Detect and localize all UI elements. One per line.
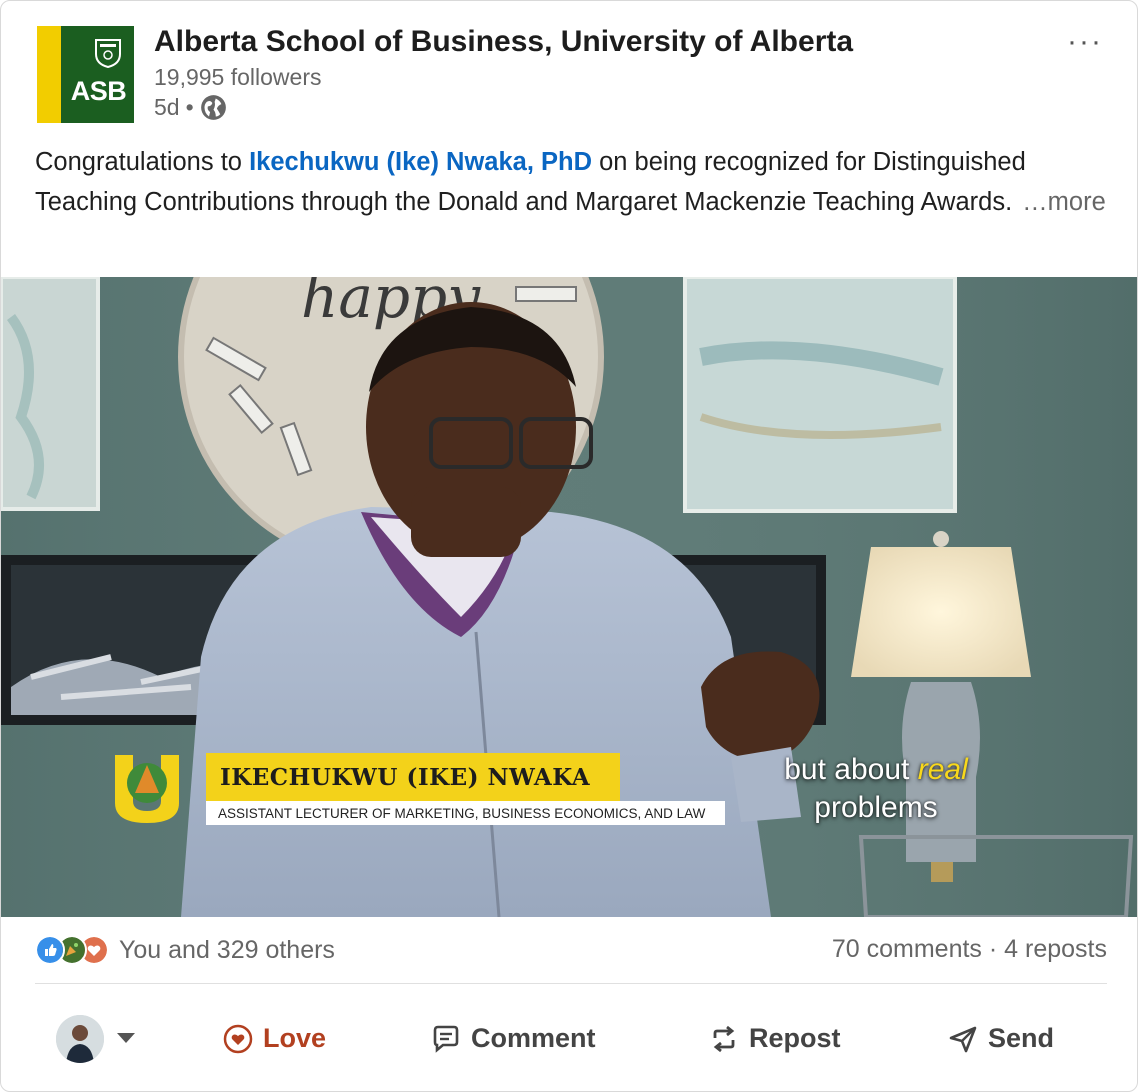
avatar[interactable]	[56, 1015, 104, 1063]
repost-icon	[713, 1025, 735, 1052]
post-text-intro: Congratulations to	[35, 148, 250, 176]
crest-icon	[95, 39, 121, 68]
reposts-count[interactable]: 4 reposts	[1004, 935, 1107, 963]
video-name-banner: IKECHUKWU (IKE) NWAKA	[206, 753, 621, 801]
comment-icon	[433, 1025, 459, 1053]
org-logo[interactable]: ASB	[37, 26, 134, 123]
reactions-count[interactable]: You and 329 others	[119, 936, 335, 965]
video-title-banner: ASSISTANT LECTURER OF MARKETING, BUSINES…	[206, 801, 726, 825]
see-more-link[interactable]: …more	[1022, 188, 1106, 216]
comments-count[interactable]: 70 comments	[832, 935, 982, 963]
divider	[35, 983, 1107, 984]
university-logo-icon	[115, 755, 179, 823]
caption-prefix: but about	[784, 753, 918, 786]
heart-icon	[223, 1024, 253, 1053]
comment-button[interactable]: Comment	[431, 1023, 596, 1054]
engagement-counts: 70 comments · 4 reposts	[832, 935, 1107, 964]
action-bar: Love Comment Repost Send	[1, 1001, 1137, 1081]
post-time: 5d	[154, 94, 180, 120]
repost-button[interactable]: Repost	[709, 1023, 841, 1054]
follower-count: 19,995 followers	[154, 64, 322, 90]
reaction-chooser-caret[interactable]	[117, 1033, 135, 1043]
globe-icon	[200, 95, 226, 120]
comment-label: Comment	[471, 1023, 596, 1053]
logo-gold-stripe	[37, 26, 61, 123]
repost-label: Repost	[749, 1023, 841, 1053]
logo-text: ASB	[70, 76, 127, 106]
post-meta: 5d •	[154, 94, 227, 121]
mention-link[interactable]: Ikechukwu (Ike) Nwaka, PhD	[249, 148, 592, 176]
org-name[interactable]: Alberta School of Business, University o…	[154, 25, 853, 59]
caption-line-2: problems	[814, 791, 938, 824]
meta-separator: •	[185, 94, 194, 120]
like-reaction-icon	[35, 935, 65, 965]
love-button[interactable]: Love	[223, 1023, 326, 1054]
caption-highlight: real	[917, 753, 968, 786]
send-icon	[949, 1026, 977, 1052]
counts-separator: ·	[981, 935, 1005, 963]
post-text: Congratulations to Ikechukwu (Ike) Nwaka…	[35, 142, 1115, 222]
more-options-button[interactable]: ···	[1067, 25, 1103, 59]
post-card: ASB Alberta School of Business, Universi…	[0, 0, 1138, 1092]
love-label: Love	[263, 1023, 327, 1053]
avatar-image	[56, 1015, 104, 1063]
video-caption: but about real problems	[731, 751, 1021, 827]
send-button[interactable]: Send	[948, 1023, 1054, 1054]
send-label: Send	[988, 1023, 1055, 1053]
reactions-summary[interactable]: You and 329 others	[35, 935, 335, 965]
